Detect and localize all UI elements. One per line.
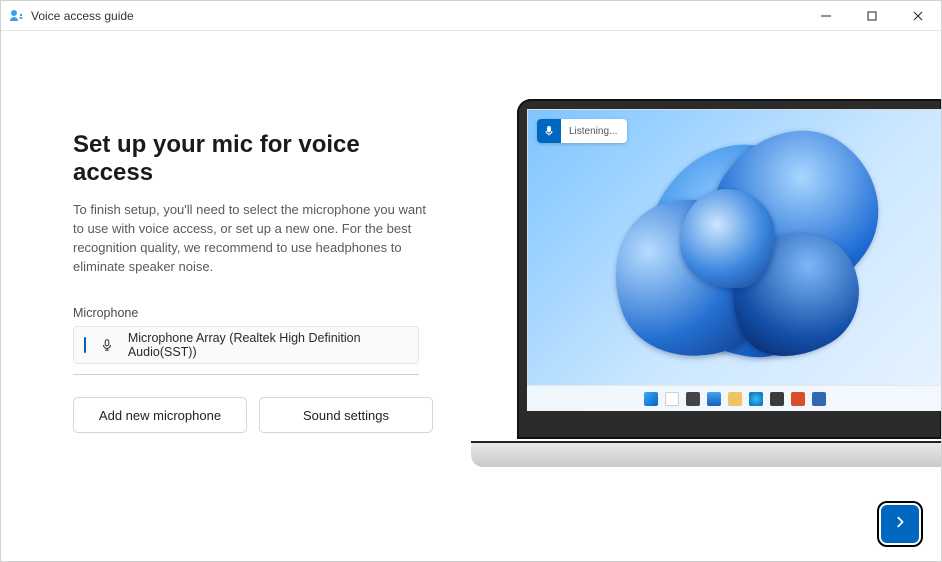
app-window: Voice access guide Set up your mic for v… xyxy=(0,0,942,562)
titlebar: Voice access guide xyxy=(1,1,941,31)
window-title: Voice access guide xyxy=(31,9,134,23)
titlebar-left: Voice access guide xyxy=(9,8,134,24)
sound-settings-button[interactable]: Sound settings xyxy=(259,397,433,433)
search-icon xyxy=(665,392,679,406)
microphone-icon xyxy=(537,119,561,143)
app-icon xyxy=(812,392,826,406)
sound-settings-label: Sound settings xyxy=(303,408,389,423)
explorer-icon xyxy=(728,392,742,406)
window-controls xyxy=(803,1,941,30)
close-button[interactable] xyxy=(895,1,941,30)
maximize-button[interactable] xyxy=(849,1,895,30)
selection-indicator xyxy=(84,337,86,353)
page-title: Set up your mic for voice access xyxy=(73,131,433,187)
task-view-icon xyxy=(686,392,700,406)
minimize-button[interactable] xyxy=(803,1,849,30)
selected-microphone-name: Microphone Array (Realtek High Definitio… xyxy=(128,331,408,359)
chevron-right-icon xyxy=(893,515,907,534)
voice-status-text: Listening... xyxy=(569,126,617,137)
app-icon xyxy=(9,8,25,24)
add-microphone-button[interactable]: Add new microphone xyxy=(73,397,247,433)
voice-status-pill: Listening... xyxy=(537,119,627,143)
microphone-selector[interactable]: Microphone Array (Realtek High Definitio… xyxy=(73,326,419,364)
content-area: Set up your mic for voice access To fini… xyxy=(1,31,941,561)
laptop-screen: Listening... xyxy=(527,109,941,411)
action-buttons: Add new microphone Sound settings xyxy=(73,397,433,433)
page-description: To finish setup, you'll need to select t… xyxy=(73,201,433,276)
app-icon xyxy=(791,392,805,406)
taskbar xyxy=(527,385,941,411)
preview-laptop: Listening... xyxy=(517,99,941,439)
microphone-icon xyxy=(100,338,114,352)
next-button[interactable] xyxy=(881,505,919,543)
widgets-icon xyxy=(707,392,721,406)
store-icon xyxy=(770,392,784,406)
add-microphone-label: Add new microphone xyxy=(99,408,221,423)
start-icon xyxy=(644,392,658,406)
laptop-bezel: Listening... xyxy=(517,99,941,439)
microphone-label: Microphone xyxy=(73,306,433,320)
laptop-base xyxy=(471,441,941,467)
divider xyxy=(73,374,419,375)
edge-icon xyxy=(749,392,763,406)
setup-panel: Set up your mic for voice access To fini… xyxy=(73,131,433,433)
